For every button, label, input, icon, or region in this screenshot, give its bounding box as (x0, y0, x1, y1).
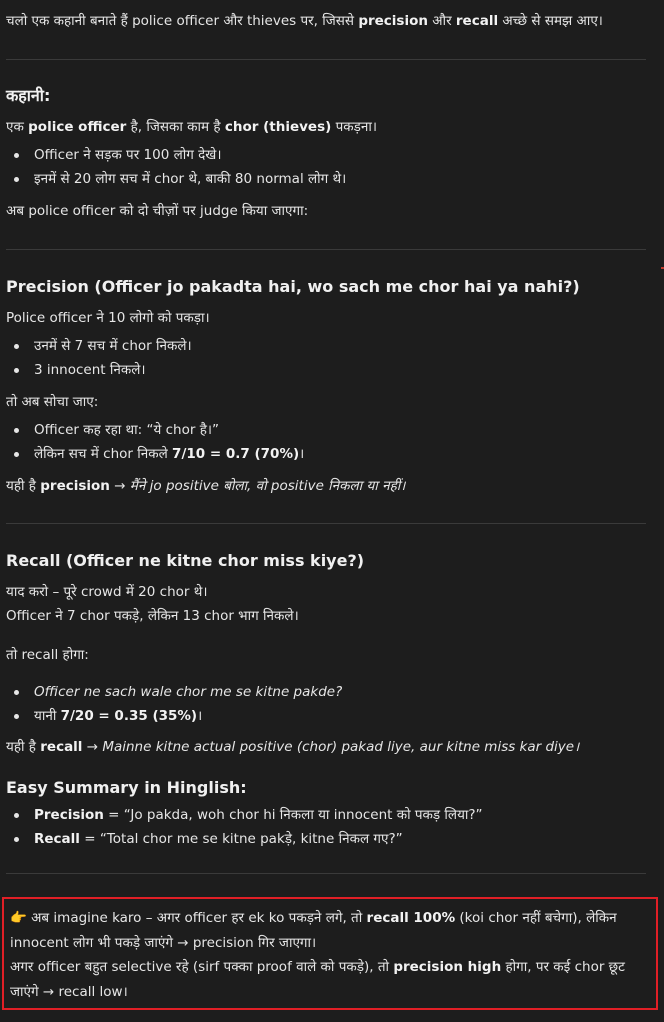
recall-line: याद करो – पूरे crowd में 20 chor थे। (6, 584, 208, 600)
list-item: Officer कह रहा था: “ये chor है।” (6, 418, 646, 442)
recall-line: तो recall होगा: (6, 647, 89, 663)
story-heading: कहानी: (6, 86, 51, 105)
callout-line-2: अगर officer बहुत selective रहे (sirf पक्… (10, 959, 625, 1000)
list-item: Precision = “Jo pakda, woh chor hi निकला… (6, 803, 646, 827)
chat-message: चलो एक कहानी बनाते हैं police officer और… (6, 8, 646, 874)
precision-heading: Precision (Officer jo pakadta hai, wo sa… (6, 277, 580, 296)
list-item: 3 innocent निकले। (6, 358, 646, 382)
divider (6, 873, 646, 874)
precision-final: यही है precision → मैंने jo positive बोल… (6, 478, 406, 494)
story-judge: अब police officer को दो चीज़ों पर judge … (6, 203, 309, 219)
story-line: एक police officer है, जिसका काम है chor … (6, 119, 377, 135)
precision-list-2: Officer कह रहा था: “ये chor है।” लेकिन स… (6, 418, 646, 466)
summary-heading: Easy Summary in Hinglish: (6, 778, 247, 797)
list-item: यानी 7/20 = 0.35 (35%)। (6, 704, 646, 728)
recall-final: यही है recall → Mainne kitne actual posi… (6, 739, 580, 755)
list-item: लेकिन सच में chor निकले 7/10 = 0.7 (70%)… (6, 442, 646, 466)
recall-line: Officer ने 7 chor पकड़े, लेकिन 13 chor भ… (6, 608, 299, 624)
divider (6, 523, 646, 524)
divider (6, 249, 646, 250)
precision-line: Police officer ने 10 लोगो को पकड़ा। (6, 310, 210, 326)
precision-list-1: उनमें से 7 सच में chor निकले। 3 innocent… (6, 334, 646, 382)
story-list: Officer ने सड़क पर 100 लोग देखे। इनमें स… (6, 143, 646, 191)
callout-line-1: 👉 अब imagine karo – अगर officer हर ek ko… (10, 910, 617, 951)
summary-list: Precision = “Jo pakda, woh chor hi निकला… (6, 803, 646, 851)
precision-think: तो अब सोचा जाए: (6, 394, 99, 410)
list-item: उनमें से 7 सच में chor निकले। (6, 334, 646, 358)
recall-heading: Recall (Officer ne kitne chor miss kiye?… (6, 551, 365, 570)
intro-line: चलो एक कहानी बनाते हैं police officer और… (6, 13, 603, 29)
highlight-box: 👉 अब imagine karo – अगर officer हर ek ko… (2, 897, 658, 1010)
list-item: Recall = “Total chor me se kitne pakड़े,… (6, 827, 646, 851)
recall-list: Officer ne sach wale chor me se kitne pa… (6, 680, 646, 728)
divider (6, 59, 646, 60)
list-item: Officer ने सड़क पर 100 लोग देखे। (6, 143, 646, 167)
list-item: Officer ne sach wale chor me se kitne pa… (6, 680, 646, 704)
pointing-hand-icon: 👉 (10, 910, 27, 926)
list-item: इनमें से 20 लोग सच में chor थे, बाकी 80 … (6, 167, 646, 191)
